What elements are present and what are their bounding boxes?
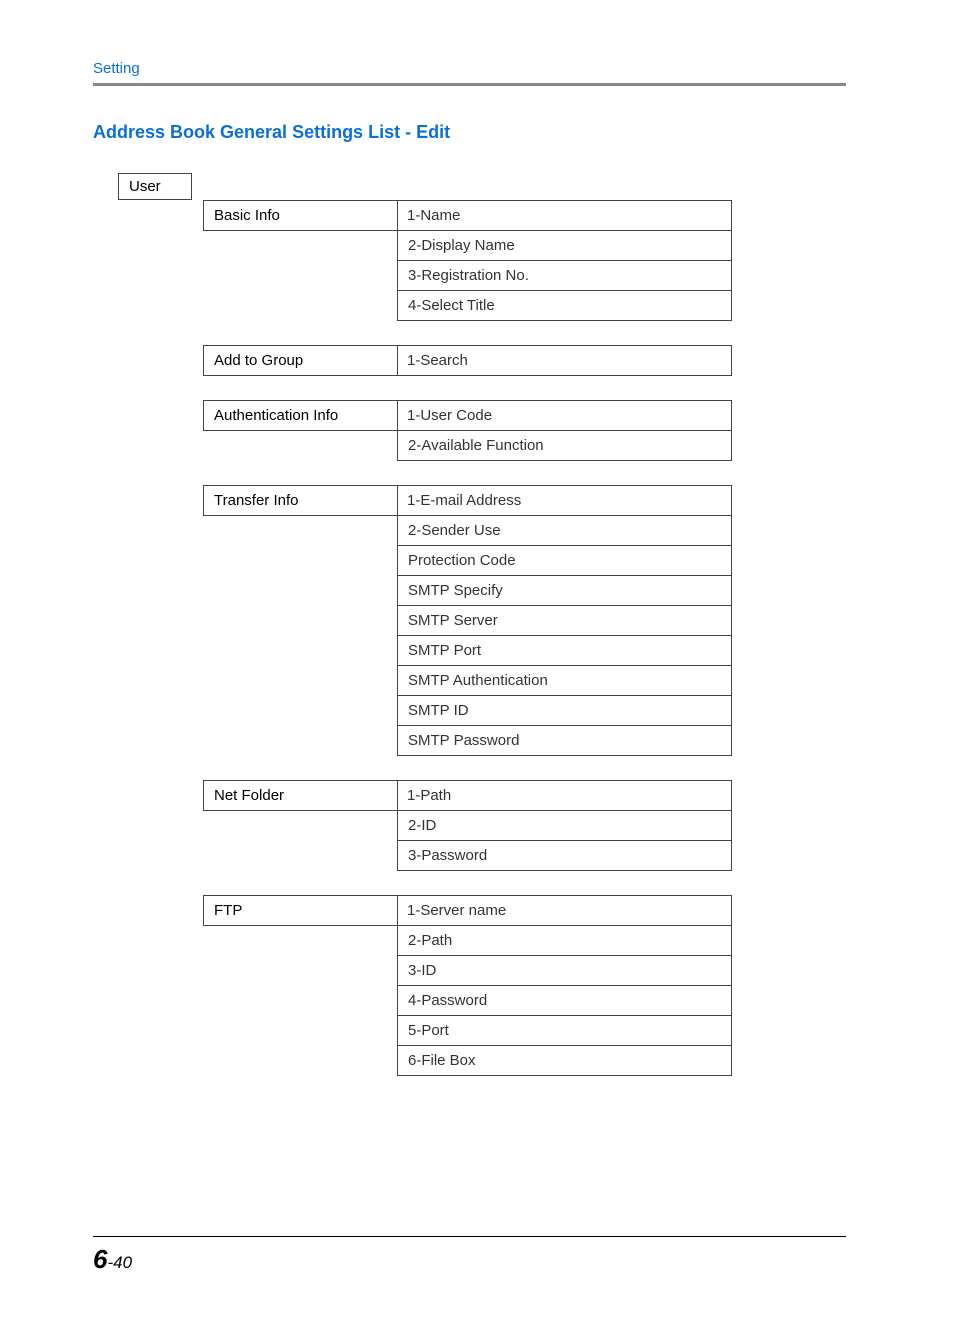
list-item: 1-User Code: [397, 400, 732, 431]
user-box: User: [118, 173, 192, 200]
section-header: Setting: [93, 60, 846, 77]
list-item: 1-Server name: [397, 895, 732, 926]
list-item: 6-File Box: [397, 1046, 732, 1076]
list-item: 3-ID: [397, 956, 732, 986]
content-area: User Basic Info 1-Name 2-Display Name 3-…: [118, 173, 846, 1076]
section-items: 1-Name 2-Display Name 3-Registration No.…: [397, 200, 732, 321]
section-header-cell: Transfer Info: [203, 485, 398, 516]
section-header-cell: FTP: [203, 895, 398, 926]
list-item: 2-Display Name: [397, 231, 732, 261]
section-authentication-info: Authentication Info 1-User Code 2-Availa…: [203, 400, 846, 461]
section-add-to-group: Add to Group 1-Search: [203, 345, 846, 376]
header-divider: [93, 83, 846, 86]
list-item: 4-Select Title: [397, 291, 732, 321]
list-item: 2-Available Function: [397, 431, 732, 461]
chapter-number: 6: [93, 1244, 107, 1274]
section-transfer-info: Transfer Info 1-E-mail Address 2-Sender …: [203, 485, 846, 756]
list-item: 3-Registration No.: [397, 261, 732, 291]
list-item: SMTP Server: [397, 606, 732, 636]
list-item: 2-ID: [397, 811, 732, 841]
list-item: SMTP Password: [397, 726, 732, 756]
section-items: 1-User Code 2-Available Function: [397, 400, 732, 461]
list-item: 5-Port: [397, 1016, 732, 1046]
section-items: 1-Path 2-ID 3-Password: [397, 780, 732, 871]
section-header-cell: Basic Info: [203, 200, 398, 231]
list-item: 2-Path: [397, 926, 732, 956]
list-item: 1-Name: [397, 200, 732, 231]
list-item: Protection Code: [397, 546, 732, 576]
section-items: 1-E-mail Address 2-Sender Use Protection…: [397, 485, 732, 756]
list-item: SMTP Port: [397, 636, 732, 666]
list-item: 2-Sender Use: [397, 516, 732, 546]
list-item: SMTP Authentication: [397, 666, 732, 696]
footer-divider: [93, 1236, 846, 1237]
section-header-cell: Net Folder: [203, 780, 398, 811]
list-item: SMTP Specify: [397, 576, 732, 606]
section-basic-info: Basic Info 1-Name 2-Display Name 3-Regis…: [203, 200, 846, 321]
section-items: 1-Server name 2-Path 3-ID 4-Password 5-P…: [397, 895, 732, 1076]
section-items: 1-Search: [397, 345, 732, 376]
page-number: 6-40: [93, 1244, 132, 1275]
section-ftp: FTP 1-Server name 2-Path 3-ID 4-Password…: [203, 895, 846, 1076]
page-title: Address Book General Settings List - Edi…: [93, 122, 846, 143]
list-item: SMTP ID: [397, 696, 732, 726]
list-item: 3-Password: [397, 841, 732, 871]
section-net-folder: Net Folder 1-Path 2-ID 3-Password: [203, 780, 846, 871]
section-header-cell: Authentication Info: [203, 400, 398, 431]
list-item: 1-Path: [397, 780, 732, 811]
page-index: 40: [113, 1253, 132, 1272]
section-header-cell: Add to Group: [203, 345, 398, 376]
list-item: 1-E-mail Address: [397, 485, 732, 516]
list-item: 4-Password: [397, 986, 732, 1016]
list-item: 1-Search: [397, 345, 732, 376]
